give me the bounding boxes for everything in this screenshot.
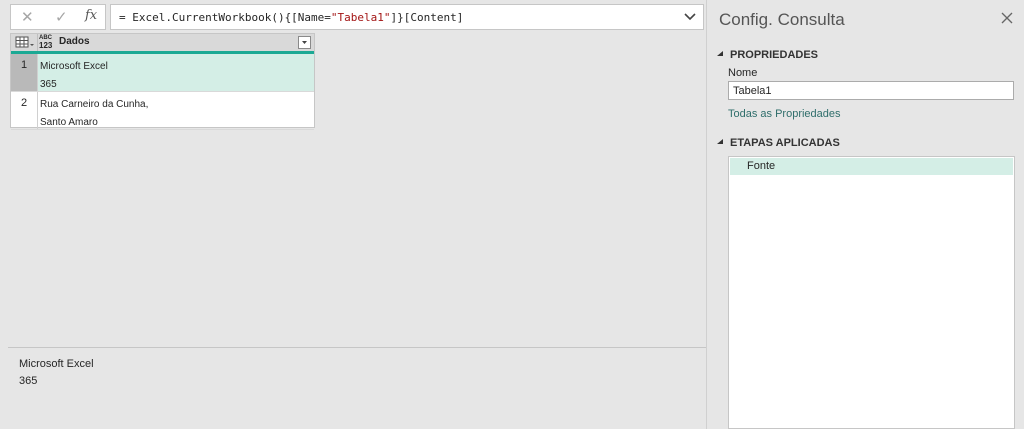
- table-cell[interactable]: Microsoft Excel 365: [40, 58, 108, 94]
- collapse-triangle-icon: [717, 51, 723, 56]
- column-type-icon[interactable]: ABC 123: [39, 35, 52, 50]
- row-number: 2: [11, 92, 38, 129]
- formula-input[interactable]: = Excel.CurrentWorkbook(){[Name="Tabela1…: [110, 4, 704, 30]
- table-menu-button[interactable]: [11, 34, 38, 51]
- column-filter-button[interactable]: [298, 36, 311, 49]
- formula-buttons: ✕ ✓ fx: [10, 4, 106, 30]
- pane-title: Config. Consulta: [719, 10, 845, 29]
- properties-section-header[interactable]: PROPRIEDADES: [716, 49, 818, 61]
- formula-bar: ✕ ✓ fx = Excel.CurrentWorkbook(){[Name="…: [10, 4, 704, 30]
- query-name-input[interactable]: [728, 81, 1014, 100]
- collapse-triangle-icon: [717, 139, 723, 144]
- pane-separator[interactable]: [706, 0, 707, 429]
- table-row[interactable]: 1 Microsoft Excel 365: [11, 54, 314, 92]
- all-properties-link[interactable]: Todas as Propriedades: [728, 108, 841, 120]
- column-name: Dados: [59, 36, 90, 47]
- close-icon[interactable]: [1001, 12, 1013, 24]
- table-row[interactable]: 2 Rua Carneiro da Cunha, Santo Amaro: [11, 92, 314, 130]
- value-preview: Microsoft Excel 365: [19, 358, 94, 387]
- preview-divider[interactable]: [8, 347, 706, 348]
- applied-step-item[interactable]: Fonte: [730, 158, 1013, 175]
- column-header: ABC 123 Dados: [11, 34, 314, 54]
- chevron-down-icon[interactable]: [683, 9, 697, 25]
- close-x-icon[interactable]: ✕: [21, 8, 34, 26]
- dropdown-arrow-icon: [302, 41, 307, 44]
- applied-step-label: Fonte: [747, 160, 776, 172]
- formula-text: = Excel.CurrentWorkbook(){[Name="Tabela1…: [119, 11, 464, 24]
- name-label: Nome: [728, 67, 758, 79]
- fx-icon[interactable]: fx: [85, 8, 97, 23]
- check-icon[interactable]: ✓: [55, 8, 68, 26]
- table-cell[interactable]: Rua Carneiro da Cunha, Santo Amaro: [40, 96, 148, 132]
- applied-steps-list: Fonte: [728, 156, 1015, 429]
- applied-steps-section-header[interactable]: ETAPAS APLICADAS: [716, 137, 840, 149]
- data-grid: ABC 123 Dados 1 Microsoft Excel 365 2 Rua…: [10, 33, 315, 130]
- table-icon: [15, 36, 34, 48]
- row-number: 1: [11, 54, 38, 91]
